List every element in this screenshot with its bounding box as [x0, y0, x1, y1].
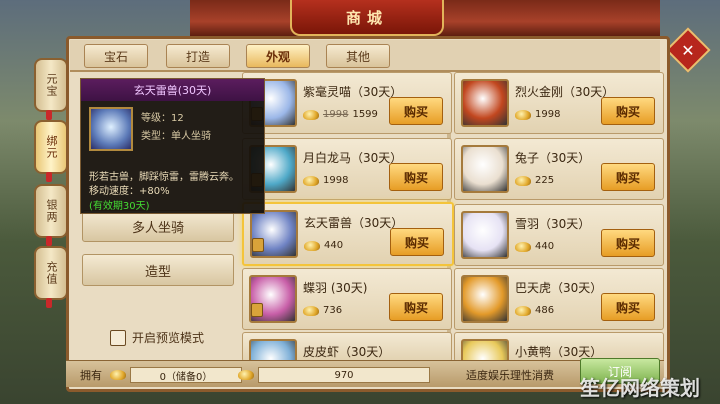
buy-button[interactable]: 购买 — [390, 228, 444, 256]
tab-appearance[interactable]: 外观 — [246, 44, 310, 68]
tooltip-validity: (有效期30天) — [89, 201, 150, 212]
tassel-ornament — [46, 298, 52, 308]
preview-label: 开启预览模式 — [132, 331, 205, 345]
menu-appearance-style[interactable]: 造型 — [82, 254, 234, 286]
menu-multi-mount[interactable]: 多人坐骑 — [82, 210, 234, 242]
item-icon — [461, 275, 509, 323]
buy-button[interactable]: 购买 — [601, 293, 655, 321]
tab-other[interactable]: 其他 — [326, 44, 390, 68]
buy-button[interactable]: 购买 — [601, 229, 655, 257]
bound-value: 970 — [258, 367, 430, 383]
item-name: 雪羽（30天） — [515, 217, 591, 231]
item-price: 1998 — [515, 109, 560, 120]
item-price: 225 — [515, 175, 554, 186]
preview-toggle[interactable]: 开启预览模式 — [110, 329, 204, 346]
buy-button[interactable]: 购买 — [601, 163, 655, 191]
tassel-ornament — [46, 236, 52, 246]
item-price: 736 — [303, 305, 342, 316]
current-price: 225 — [535, 175, 555, 186]
item-icon — [461, 145, 509, 193]
item-icon — [461, 211, 509, 259]
buy-button[interactable]: 购买 — [389, 163, 443, 191]
item-icon — [461, 339, 509, 361]
item-card[interactable]: 紫毫灵喵（30天） 1998 1599 购买 — [242, 72, 452, 134]
tassel-ornament — [46, 172, 52, 182]
ingot-icon — [303, 305, 319, 316]
shop-title: 商城 — [345, 8, 388, 27]
side-tab-yuanbao[interactable]: 元宝 — [34, 58, 68, 112]
current-price: 1998 — [535, 109, 561, 120]
own-label: 拥有 — [80, 369, 102, 382]
side-tab-chongzhi[interactable]: 充值 — [34, 246, 68, 300]
tooltip-description: 形若古兽，脚踩惊雷，雷腾云奔。 — [89, 172, 239, 183]
bound-ingot-balance: 970 — [238, 367, 430, 383]
lock-icon — [252, 238, 264, 252]
item-name: 蝶羽 (30天) — [303, 281, 368, 295]
watermark: 笙亿网络策划 — [580, 376, 700, 400]
buy-button[interactable]: 购买 — [389, 97, 443, 125]
close-icon: ✕ — [681, 40, 695, 60]
ingot-icon — [515, 175, 531, 186]
lock-icon — [251, 303, 263, 317]
ingot-balance: 0（储备0） — [110, 367, 242, 383]
item-tooltip: 玄天雷兽(30天) 等级：12 类型：单人坐骑 形若古兽，脚踩惊雷，雷腾云奔。 … — [80, 78, 265, 214]
item-card[interactable]: 蝶羽 (30天) 736 购买 — [242, 268, 452, 330]
mount-icon — [89, 107, 133, 151]
item-icon — [249, 339, 297, 361]
tooltip-level: 等级：12 — [141, 113, 184, 124]
tab-forge[interactable]: 打造 — [166, 44, 230, 68]
item-price: 486 — [515, 305, 554, 316]
item-icon — [461, 79, 509, 127]
current-price: 486 — [535, 305, 555, 316]
item-name: 皮皮虾（30天） — [303, 345, 391, 359]
current-price: 1599 — [352, 109, 378, 120]
current-price: 1998 — [323, 175, 349, 186]
tassel-ornament — [46, 110, 52, 120]
item-card[interactable]: 巴天虎（30天） 486 购买 — [454, 268, 664, 330]
item-price: 1998 — [303, 175, 348, 186]
item-card-selected[interactable]: 玄天雷兽（30天） 440 购买 — [242, 202, 454, 266]
bound-ingot-icon — [238, 370, 254, 380]
old-price: 1998 — [323, 109, 349, 120]
item-price: 440 — [304, 240, 343, 251]
ingot-icon — [304, 240, 320, 251]
item-name: 烈火金刚（30天） — [515, 85, 615, 99]
item-name: 玄天雷兽（30天） — [304, 216, 404, 230]
item-card[interactable]: 兔子（30天） 225 购买 — [454, 138, 664, 200]
current-price: 440 — [535, 241, 555, 252]
item-price: 1998 1599 — [303, 109, 378, 120]
tooltip-desc: 形若古兽，脚踩惊雷，雷腾云奔。 移动速度：+80% — [89, 171, 259, 199]
ingot-value: 0（储备0） — [130, 367, 242, 383]
buy-button[interactable]: 购买 — [601, 97, 655, 125]
item-name: 兔子（30天） — [515, 151, 591, 165]
ingot-icon — [515, 241, 531, 252]
tooltip-type: 类型：单人坐骑 — [141, 131, 211, 142]
ingot-icon — [110, 370, 126, 380]
item-card[interactable]: 烈火金刚（30天） 1998 购买 — [454, 72, 664, 134]
tooltip-title: 玄天雷兽(30天) — [81, 79, 264, 101]
currency-bar: 拥有 0（储备0） 970 适度娱乐理性消费 — [66, 360, 664, 387]
item-name: 月白龙马（30天） — [303, 151, 403, 165]
item-price: 440 — [515, 241, 554, 252]
buy-button[interactable]: 购买 — [389, 293, 443, 321]
gaming-notice: 适度娱乐理性消费 — [466, 369, 554, 382]
shop-title-plate: 商城 — [290, 0, 444, 36]
current-price: 440 — [324, 240, 344, 251]
preview-checkbox[interactable] — [110, 329, 126, 346]
item-card[interactable]: 皮皮虾（30天） — [242, 332, 452, 362]
ingot-icon — [303, 109, 319, 120]
current-price: 736 — [323, 305, 343, 316]
ingot-icon — [515, 109, 531, 120]
item-name: 紫毫灵喵（30天） — [303, 85, 403, 99]
ingot-icon — [303, 175, 319, 186]
item-card[interactable]: 雪羽（30天） 440 购买 — [454, 204, 664, 266]
item-name: 巴天虎（30天） — [515, 281, 603, 295]
side-tab-yinliang[interactable]: 银两 — [34, 184, 68, 238]
ingot-icon — [515, 305, 531, 316]
side-tab-bangyuan[interactable]: 绑元 — [34, 120, 68, 174]
tab-gems[interactable]: 宝石 — [84, 44, 148, 68]
item-card[interactable]: 月白龙马（30天） 1998 购买 — [242, 138, 452, 200]
